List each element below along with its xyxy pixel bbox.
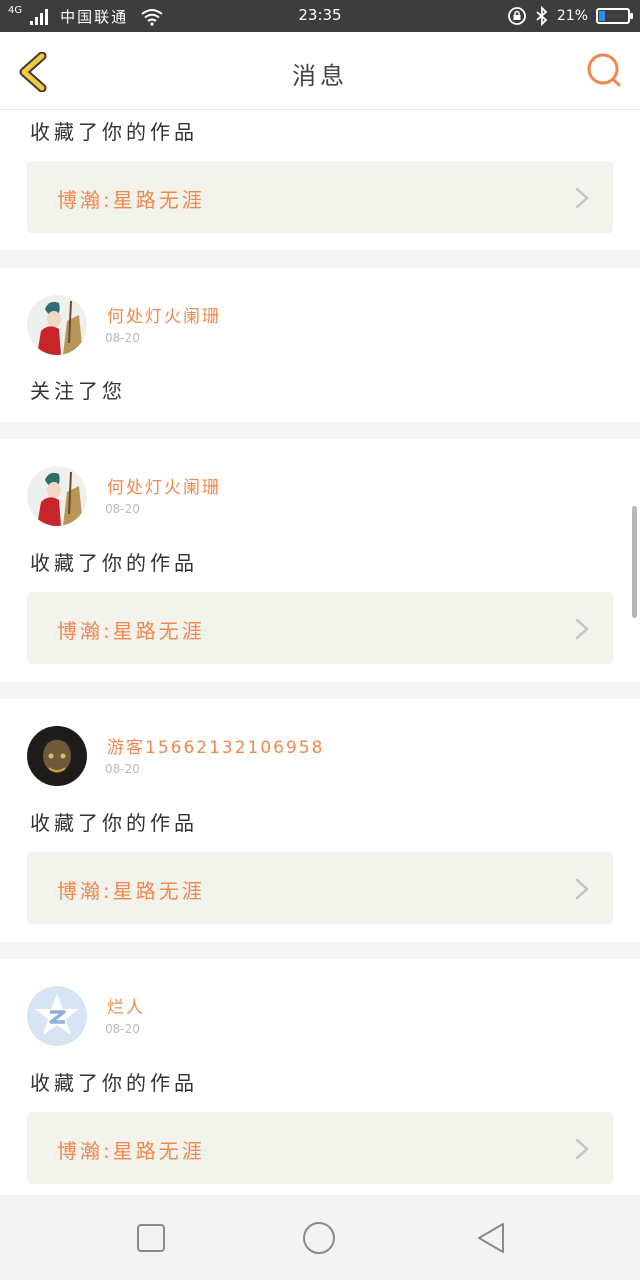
user-name[interactable]: 烂人 [107,993,145,1018]
message-action: 收藏了你的作品 [30,551,198,575]
work-title: 博瀚:星路无涯 [57,188,205,212]
status-right: 21% [507,6,633,26]
work-link[interactable]: 博瀚:星路无涯 [27,1112,613,1184]
bluetooth-icon [536,6,548,26]
chevron-right-icon [575,618,589,640]
scrollbar[interactable] [632,506,637,618]
message-action: 收藏了你的作品 [30,120,198,144]
home-icon[interactable] [302,1221,336,1255]
user-name[interactable]: 游客15662132106958 [107,733,324,758]
avatar[interactable] [27,726,87,786]
work-title: 博瀚:星路无涯 [57,879,205,903]
chevron-right-icon [575,187,589,209]
message-date: 08-20 [105,762,140,776]
default-avatar-icon[interactable] [27,986,87,1046]
message-card: 游客15662132106958 08-20 收藏了你的作品 博瀚:星路无涯 [0,699,640,942]
search-icon[interactable] [586,52,622,88]
message-card: 何处灯火阑珊 08-20 关注了您 [0,268,640,422]
recent-apps-icon[interactable] [134,1221,168,1255]
battery-icon [596,8,633,24]
avatar[interactable] [27,295,87,355]
user-name[interactable]: 何处灯火阑珊 [107,473,221,498]
work-title: 博瀚:星路无涯 [57,619,205,643]
system-nav-bar [0,1195,640,1280]
message-date: 08-20 [105,502,140,516]
back-triangle-icon[interactable] [474,1221,508,1255]
work-link[interactable]: 博瀚:星路无涯 [27,161,613,233]
chevron-right-icon [575,878,589,900]
work-title: 博瀚:星路无涯 [57,1139,205,1163]
work-link[interactable]: 博瀚:星路无涯 [27,852,613,924]
message-card: 烂人 08-20 收藏了你的作品 博瀚:星路无涯 [0,959,640,1195]
message-date: 08-20 [105,331,140,345]
header: 消息 [0,32,640,110]
message-action: 收藏了你的作品 [30,1071,198,1095]
user-name[interactable]: 何处灯火阑珊 [107,302,221,327]
work-link[interactable]: 博瀚:星路无涯 [27,592,613,664]
message-action: 收藏了你的作品 [30,811,198,835]
battery-percent: 21% [556,8,588,24]
page-title: 消息 [292,62,348,90]
message-date: 08-20 [105,1022,140,1036]
message-action: 关注了您 [30,379,126,403]
chevron-right-icon [575,1138,589,1160]
message-list[interactable]: 收藏了你的作品 博瀚:星路无涯 何处灯火阑珊 08-20 关注了您 何处灯火阑珊… [0,110,640,1195]
avatar[interactable] [27,466,87,526]
message-card: 收藏了你的作品 博瀚:星路无涯 [0,110,640,250]
status-bar: 4G 中国联通 23:35 21% [0,0,640,32]
message-card: 何处灯火阑珊 08-20 收藏了你的作品 博瀚:星路无涯 [0,439,640,682]
rotation-lock-icon [507,7,526,25]
